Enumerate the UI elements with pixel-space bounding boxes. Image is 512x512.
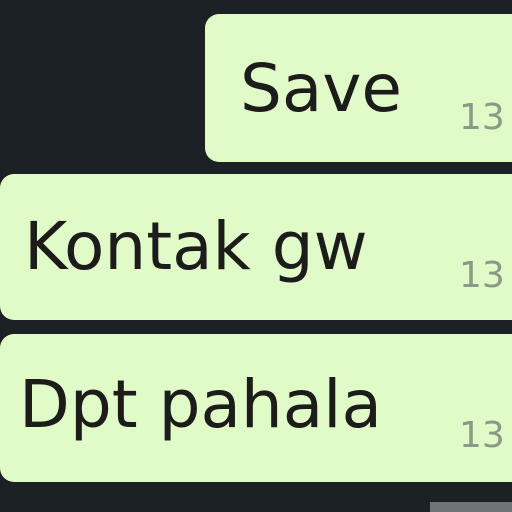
message-bubble[interactable]: Kontak gw 13 — [0, 174, 512, 320]
message-bubble[interactable]: Dpt pahala 13 — [0, 334, 512, 482]
chat-conversation: Save 13 Kontak gw 13 Dpt pahala 13 — [0, 0, 512, 512]
message-timestamp: 13 — [459, 415, 505, 456]
message-text: Save — [240, 50, 403, 127]
message-timestamp: 13 — [459, 97, 505, 138]
message-timestamp: 13 — [459, 255, 505, 296]
message-text: Kontak gw — [24, 208, 368, 285]
message-text: Dpt pahala — [19, 366, 382, 443]
message-bubble[interactable]: Save 13 — [205, 14, 512, 162]
partial-ui-strip — [430, 502, 512, 512]
